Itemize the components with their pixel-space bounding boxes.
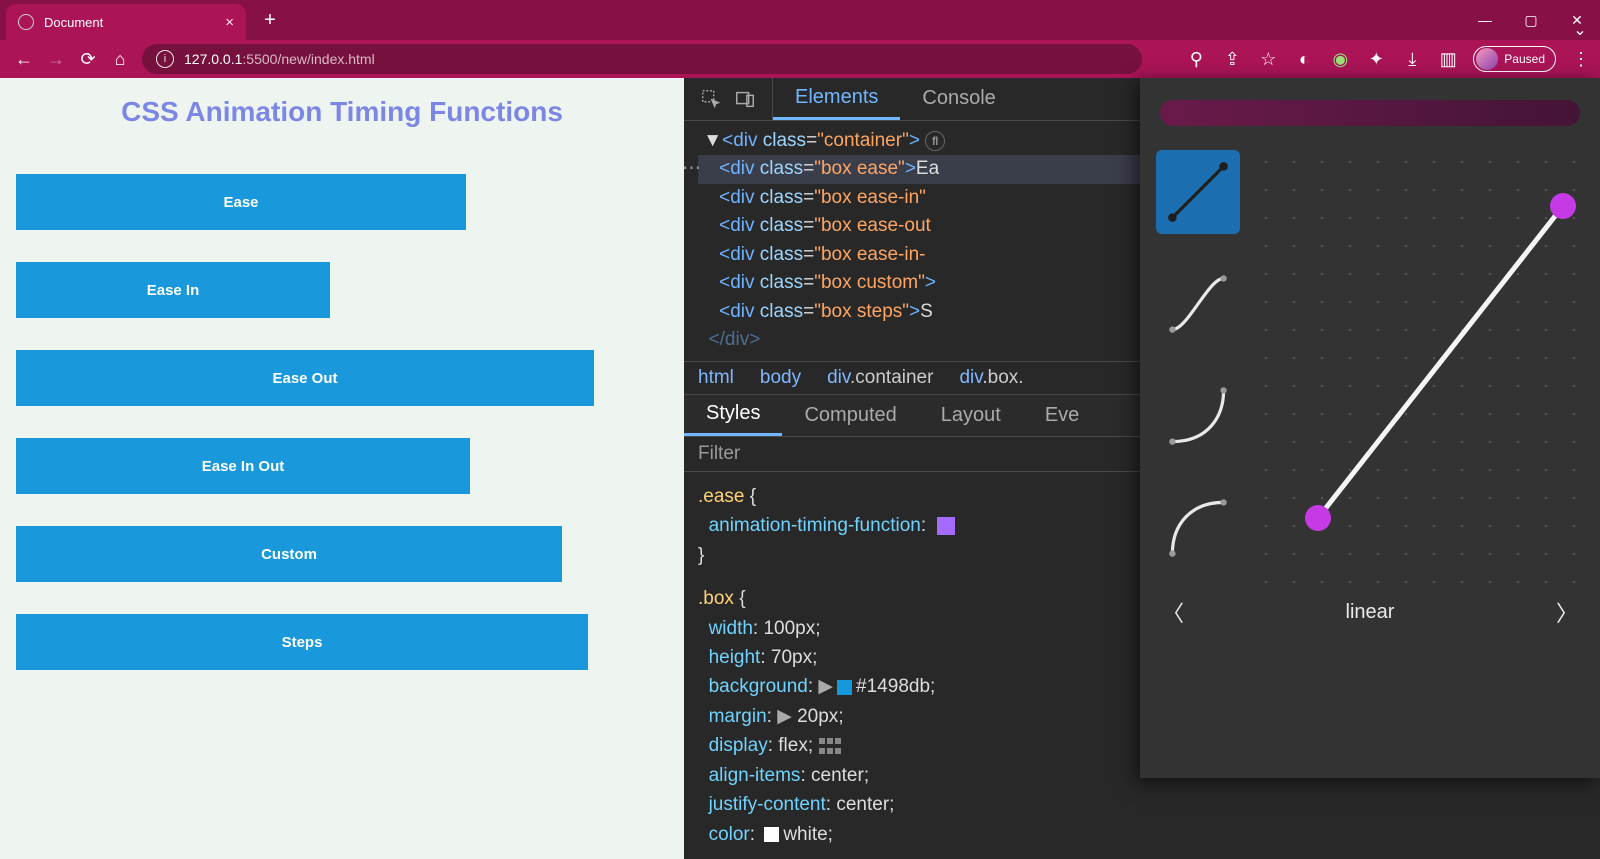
flex-overlay-icon[interactable] <box>819 738 841 754</box>
bezier-name: linear <box>1346 601 1395 624</box>
bezier-preset-ease-in-out[interactable] <box>1156 262 1240 346</box>
crumb-container[interactable]: div.container <box>827 367 933 389</box>
browser-titlebar: Document × + ⌄ — ▢ ✕ <box>0 0 1600 40</box>
browser-tab-title: Document <box>44 15 103 30</box>
bezier-swatch-icon[interactable] <box>937 517 955 535</box>
globe-icon <box>18 14 34 30</box>
home-button[interactable]: ⌂ <box>104 43 136 75</box>
tab-styles[interactable]: Styles <box>684 395 782 436</box>
page-heading: CSS Animation Timing Functions <box>16 96 668 128</box>
minimize-button[interactable]: — <box>1462 0 1508 40</box>
crumb-html[interactable]: html <box>698 367 734 389</box>
bookmark-icon[interactable]: ☆ <box>1257 48 1279 70</box>
tab-console[interactable]: Console <box>900 78 1017 120</box>
device-toolbar-icon[interactable] <box>728 88 762 110</box>
box-ease-in: Ease In <box>16 262 330 318</box>
tab-layout[interactable]: Layout <box>919 395 1023 436</box>
bezier-prev-button[interactable]: 〈 <box>1162 596 1184 628</box>
back-button[interactable]: ← <box>8 43 40 75</box>
bezier-preset-ease-in[interactable] <box>1156 374 1240 458</box>
color-swatch-icon[interactable] <box>837 680 852 695</box>
bezier-curve-editor[interactable] <box>1252 148 1584 584</box>
address-bar[interactable]: i 127.0.0.1:5500/new/index.html <box>142 44 1142 74</box>
url-path: /new/index.html <box>277 51 374 67</box>
bezier-curve[interactable] <box>1252 148 1584 578</box>
sidepanel-icon[interactable]: ▥ <box>1437 48 1459 70</box>
site-info-icon[interactable]: i <box>156 50 174 68</box>
dom-row-menu-icon[interactable]: ⋯ <box>682 155 701 184</box>
avatar-icon <box>1476 48 1498 70</box>
bezier-handle-start[interactable] <box>1305 505 1331 531</box>
new-tab-button[interactable]: + <box>256 6 284 34</box>
maximize-button[interactable]: ▢ <box>1508 0 1554 40</box>
box-steps: Steps <box>16 614 588 670</box>
crumb-box[interactable]: div.box. <box>959 367 1023 389</box>
tab-elements[interactable]: Elements <box>773 78 900 120</box>
url-port: :5500 <box>242 51 277 67</box>
bezier-next-button[interactable]: 〉 <box>1556 596 1578 628</box>
extension-icon-1[interactable]: ◐ <box>1293 48 1315 70</box>
reload-button[interactable]: ⟳ <box>72 43 104 75</box>
bezier-preview-track <box>1160 100 1580 126</box>
flex-badge[interactable]: fl <box>925 131 945 151</box>
box-ease: Ease <box>16 174 466 230</box>
rendered-page: CSS Animation Timing Functions Ease Ease… <box>0 78 684 859</box>
bezier-editor: 〈 linear 〉 <box>1140 78 1600 778</box>
devtools-panel: Elements Console ⋯ ▼<div class="containe… <box>684 78 1600 859</box>
extensions-puzzle-icon[interactable]: ✦ <box>1365 48 1387 70</box>
extension-icon-2[interactable]: ◉ <box>1329 48 1351 70</box>
profile-chip[interactable]: Paused <box>1473 46 1556 72</box>
browser-tab[interactable]: Document × <box>6 4 246 40</box>
zoom-icon[interactable]: ⚲ <box>1185 48 1207 70</box>
bezier-handle-end[interactable] <box>1550 193 1576 219</box>
box-ease-in-out: Ease In Out <box>16 438 470 494</box>
profile-state: Paused <box>1504 52 1545 66</box>
browser-toolbar: ← → ⟳ ⌂ i 127.0.0.1:5500/new/index.html … <box>0 40 1600 78</box>
tab-event[interactable]: Eve <box>1023 395 1101 436</box>
url-host: 127.0.0.1 <box>184 51 242 67</box>
close-tab-icon[interactable]: × <box>225 14 234 31</box>
share-icon[interactable]: ⇪ <box>1221 48 1243 70</box>
box-ease-out: Ease Out <box>16 350 594 406</box>
crumb-body[interactable]: body <box>760 367 801 389</box>
bezier-preset-ease-out[interactable] <box>1156 486 1240 570</box>
color-swatch-icon[interactable] <box>764 827 779 842</box>
close-window-button[interactable]: ✕ <box>1554 0 1600 40</box>
downloads-icon[interactable]: ⤓ <box>1401 48 1423 70</box>
bezier-preset-linear[interactable] <box>1156 150 1240 234</box>
kebab-menu-icon[interactable]: ⋮ <box>1570 48 1592 70</box>
forward-button[interactable]: → <box>40 43 72 75</box>
tab-computed[interactable]: Computed <box>782 395 918 436</box>
bezier-preset-list <box>1156 148 1240 584</box>
window-controls: — ▢ ✕ <box>1462 0 1600 40</box>
box-custom: Custom <box>16 526 562 582</box>
inspect-element-icon[interactable] <box>694 88 728 110</box>
